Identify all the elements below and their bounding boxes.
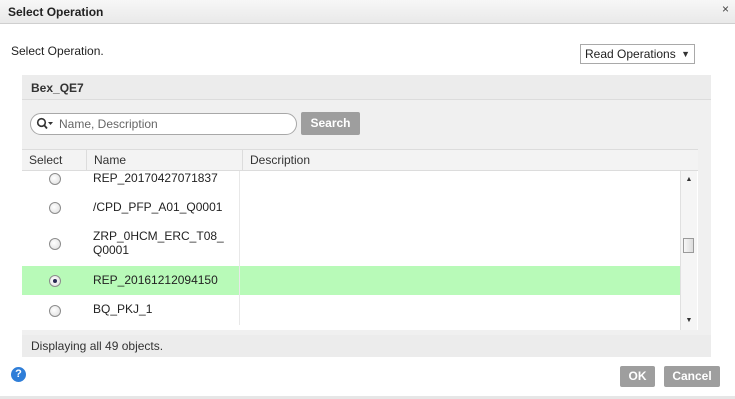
close-icon[interactable]: × xyxy=(722,2,729,16)
ok-button[interactable]: OK xyxy=(620,366,655,387)
table-row[interactable]: /CPD_PFP_A01_Q0001 xyxy=(22,192,680,222)
cancel-button[interactable]: Cancel xyxy=(664,366,720,387)
grid-header: Select Name Description xyxy=(22,149,698,171)
table-row[interactable]: BQ_PKJ_1 xyxy=(22,295,680,325)
panel-title: Bex_QE7 xyxy=(31,81,84,95)
search-input[interactable] xyxy=(59,116,289,132)
search-button[interactable]: Search xyxy=(301,112,360,135)
column-header-select: Select xyxy=(22,150,87,170)
row-radio[interactable] xyxy=(49,305,61,317)
scroll-up-icon[interactable]: ▲ xyxy=(681,174,697,186)
row-radio-selected[interactable] xyxy=(49,275,61,287)
search-icon[interactable] xyxy=(36,117,54,131)
row-name: ZRP_0HCM_ERC_T08_ Q0001 xyxy=(93,229,224,257)
dialog-titlebar: Select Operation × xyxy=(0,0,735,24)
column-divider xyxy=(239,171,240,192)
row-name: REP_20170427071837 xyxy=(93,171,218,185)
column-divider xyxy=(239,295,240,325)
table-row[interactable]: REP_20170427071837 xyxy=(22,171,680,192)
grid-body: REP_20170427071837 /CPD_PFP_A01_Q0001 ZR… xyxy=(22,171,698,330)
table-row-selected[interactable]: REP_20161212094150 xyxy=(22,266,680,295)
column-header-name[interactable]: Name xyxy=(87,150,243,170)
operation-type-select[interactable]: Read Operations ▼ xyxy=(580,44,695,64)
column-header-description[interactable]: Description xyxy=(243,150,698,170)
scrollbar-thumb[interactable] xyxy=(683,238,694,253)
table-row[interactable]: ZRP_0HCM_ERC_T08_ Q0001 xyxy=(22,222,680,266)
grid-scrollbar[interactable]: ▲ ▼ xyxy=(680,171,697,330)
row-name: /CPD_PFP_A01_Q0001 xyxy=(93,200,223,214)
status-text: Displaying all 49 objects. xyxy=(22,335,711,357)
row-radio[interactable] xyxy=(49,238,61,250)
row-name: BQ_PKJ_1 xyxy=(93,302,153,316)
column-divider xyxy=(239,222,240,266)
scroll-down-icon[interactable]: ▼ xyxy=(681,315,697,327)
chevron-down-icon: ▼ xyxy=(681,49,690,59)
panel-header: Bex_QE7 xyxy=(22,75,711,100)
dialog-title: Select Operation xyxy=(8,5,104,19)
help-icon[interactable]: ? xyxy=(11,367,26,382)
column-divider xyxy=(239,266,240,295)
operation-type-value: Read Operations xyxy=(585,47,676,61)
instruction-text: Select Operation. xyxy=(11,44,104,58)
row-radio[interactable] xyxy=(49,202,61,214)
row-name: REP_20161212094150 xyxy=(93,273,218,287)
column-divider xyxy=(239,192,240,222)
row-radio[interactable] xyxy=(49,173,61,185)
search-field[interactable] xyxy=(30,113,297,135)
